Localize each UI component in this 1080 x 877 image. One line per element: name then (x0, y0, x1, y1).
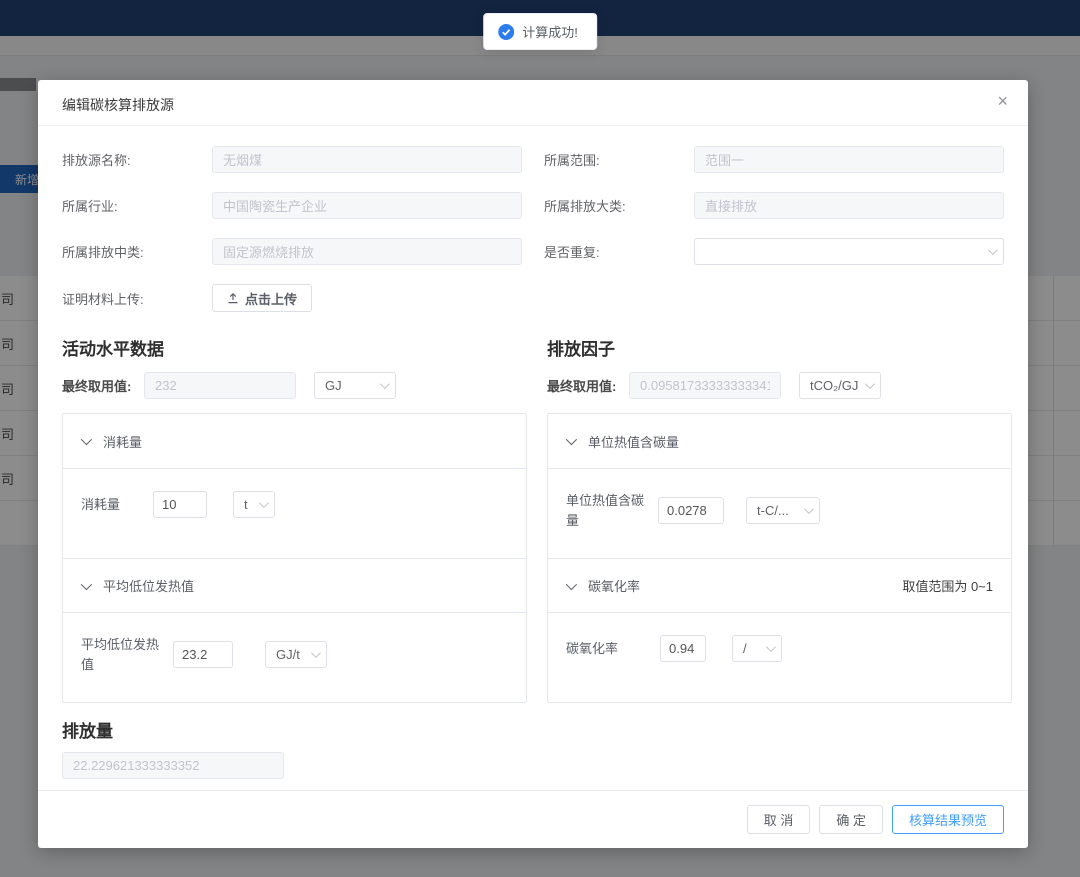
activity-final-input (144, 372, 296, 399)
collapse-arrow-icon (566, 578, 577, 589)
chevron-down-icon (766, 642, 776, 652)
field-scope: 所属范围: (544, 146, 1004, 173)
field-mid-category: 所属排放中类: (62, 238, 522, 265)
oxidation-rate-input[interactable] (660, 635, 706, 662)
activity-panel: 消耗量 消耗量 t 平均低 (62, 413, 527, 703)
source-name-label: 排放源名称: (62, 150, 212, 169)
chevron-down-icon (865, 379, 875, 389)
heating-value-row: 平均低位发热值 GJ/t (81, 635, 327, 674)
industry-label: 所属行业: (62, 196, 212, 215)
consumption-group-header[interactable]: 消耗量 (63, 414, 526, 468)
emission-title: 排放量 (62, 717, 1004, 742)
heating-value-unit: GJ/t (276, 647, 305, 662)
consumption-group-title: 消耗量 (103, 432, 142, 451)
field-source-name: 排放源名称: (62, 146, 522, 173)
heating-value-label: 平均低位发热值 (81, 635, 163, 674)
factor-panel: 单位热值含碳量 单位热值含碳量 t-C/... (547, 413, 1012, 703)
mid-category-label: 所属排放中类: (62, 242, 212, 261)
oxidation-rate-row: 碳氧化率 / (566, 635, 782, 662)
oxidation-rate-group-body: 碳氧化率 / (548, 612, 1011, 702)
heating-value-group-title: 平均低位发热值 (103, 576, 194, 595)
major-category-label: 所属排放大类: (544, 196, 694, 215)
confirm-button[interactable]: 确 定 (819, 805, 883, 834)
oxidation-rate-unit: / (743, 641, 760, 656)
carbon-content-row: 单位热值含碳量 t-C/... (566, 491, 820, 530)
field-industry: 所属行业: (62, 192, 522, 219)
consumption-unit-value: t (244, 497, 253, 512)
carbon-content-input[interactable] (658, 497, 724, 524)
heating-value-group-header[interactable]: 平均低位发热值 (63, 558, 526, 612)
dialog-body: 排放源名称: 所属范围: 所属行业: 所属排放大类: 所属排放中类: (38, 126, 1028, 790)
consumption-unit-select[interactable]: t (233, 491, 275, 518)
oxidation-rate-label: 碳氧化率 (566, 639, 632, 659)
dialog-title: 编辑碳核算排放源 (62, 97, 174, 113)
basic-info-form: 排放源名称: 所属范围: 所属行业: 所属排放大类: 所属排放中类: (62, 146, 1004, 331)
collapse-arrow-icon (81, 578, 92, 589)
collapse-arrow-icon (566, 434, 577, 445)
factor-final-row: 最终取用值: tCO₂/GJ (547, 372, 1012, 399)
collapse-arrow-icon (81, 434, 92, 445)
heating-value-group-body: 平均低位发热值 GJ/t (63, 612, 526, 702)
field-upload: 证明材料上传: 点击上传 (62, 284, 522, 312)
dialog-footer: 取 消 确 定 核算结果预览 (38, 790, 1028, 848)
factor-section-title: 排放因子 (547, 335, 1012, 360)
data-sections: 活动水平数据 最终取用值: GJ 消耗量 (62, 335, 1004, 703)
chevron-down-icon (804, 504, 814, 514)
close-icon[interactable]: × (997, 92, 1008, 110)
heating-value-input[interactable] (173, 641, 233, 668)
oxidation-rate-group-title: 碳氧化率 (588, 576, 640, 595)
oxidation-rate-group-header[interactable]: 碳氧化率 取值范围为 0~1 (548, 558, 1011, 612)
emission-value-input (62, 752, 284, 779)
consumption-input[interactable] (153, 491, 207, 518)
factor-final-label: 最终取用值: (547, 376, 629, 395)
consumption-label: 消耗量 (81, 495, 153, 515)
activity-unit-select[interactable]: GJ (314, 372, 396, 399)
activity-final-label: 最终取用值: (62, 376, 144, 395)
carbon-content-label: 单位热值含碳量 (566, 491, 644, 530)
factor-final-input (629, 372, 781, 399)
field-major-category: 所属排放大类: (544, 192, 1004, 219)
consumption-row: 消耗量 t (81, 491, 275, 518)
heating-value-unit-select[interactable]: GJ/t (265, 641, 327, 668)
toast-message: 计算成功! (522, 22, 578, 41)
upload-button[interactable]: 点击上传 (212, 284, 312, 312)
result-preview-button[interactable]: 核算结果预览 (892, 805, 1004, 834)
oxidation-rate-unit-select[interactable]: / (732, 635, 782, 662)
dialog-header: 编辑碳核算排放源 × (38, 80, 1028, 126)
is-duplicate-select[interactable] (694, 238, 1004, 265)
upload-button-label: 点击上传 (245, 289, 297, 308)
activity-section: 活动水平数据 最终取用值: GJ 消耗量 (62, 335, 527, 703)
activity-section-title: 活动水平数据 (62, 335, 527, 360)
scope-input (694, 146, 1004, 173)
activity-final-row: 最终取用值: GJ (62, 372, 527, 399)
activity-unit-value: GJ (325, 378, 374, 393)
chevron-down-icon (380, 379, 390, 389)
carbon-content-unit: t-C/... (757, 503, 798, 518)
carbon-content-unit-select[interactable]: t-C/... (746, 497, 820, 524)
chevron-down-icon (259, 498, 269, 508)
oxidation-rate-range-note: 取值范围为 0~1 (902, 576, 993, 595)
factor-unit-select[interactable]: tCO₂/GJ (799, 372, 881, 399)
chevron-down-icon (988, 245, 998, 255)
field-is-duplicate: 是否重复: (544, 238, 1004, 265)
carbon-content-group-title: 单位热值含碳量 (588, 432, 679, 451)
mid-category-input (212, 238, 522, 265)
source-name-input (212, 146, 522, 173)
upload-icon (227, 292, 239, 304)
edit-emission-source-dialog: 编辑碳核算排放源 × 排放源名称: 所属范围: 所属行业: 所属排放大类: (38, 80, 1028, 848)
carbon-content-group-header[interactable]: 单位热值含碳量 (548, 414, 1011, 468)
is-duplicate-label: 是否重复: (544, 242, 694, 261)
carbon-content-group-body: 单位热值含碳量 t-C/... (548, 468, 1011, 558)
factor-unit-value: tCO₂/GJ (810, 378, 859, 393)
chevron-down-icon (311, 648, 321, 658)
major-category-input (694, 192, 1004, 219)
industry-input (212, 192, 522, 219)
scope-label: 所属范围: (544, 150, 694, 169)
cancel-button[interactable]: 取 消 (747, 805, 811, 834)
upload-label: 证明材料上传: (62, 289, 212, 308)
success-toast: 计算成功! (483, 13, 597, 50)
factor-section: 排放因子 最终取用值: tCO₂/GJ 单位热值含碳量 (547, 335, 1012, 703)
check-circle-icon (498, 24, 514, 40)
consumption-group-body: 消耗量 t (63, 468, 526, 558)
